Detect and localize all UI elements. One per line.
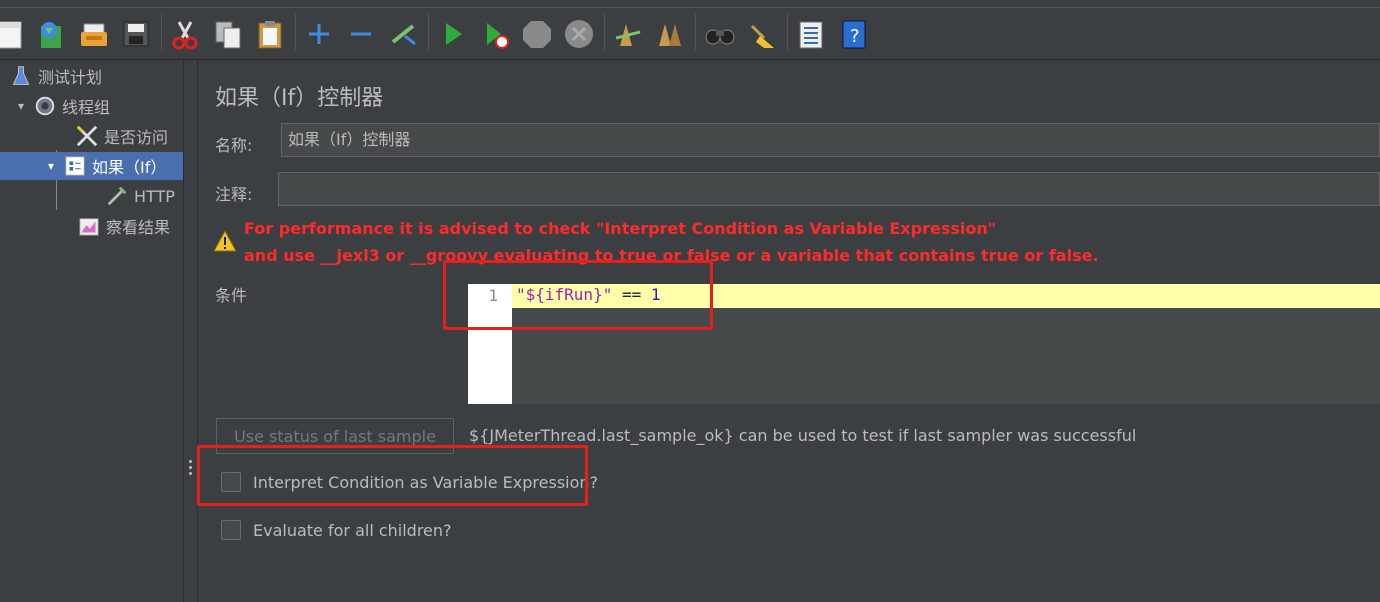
collapse-icon[interactable]: [344, 14, 378, 54]
annotation-box-condition: [443, 260, 713, 330]
templates-icon[interactable]: [34, 14, 68, 54]
clear-icon[interactable]: [611, 14, 645, 54]
tree-item-results[interactable]: 察看结果: [76, 212, 183, 240]
warning-line-1: For performance it is advised to check "…: [244, 219, 997, 238]
new-icon[interactable]: [0, 14, 28, 54]
tree-item-http[interactable]: HTTP: [104, 182, 183, 210]
reset-search-icon[interactable]: [745, 14, 779, 54]
open-icon[interactable]: [77, 14, 111, 54]
svg-text:?: ?: [850, 26, 860, 47]
condition-label: 条件: [215, 286, 248, 305]
tree-item-label: 是否访问: [104, 128, 169, 147]
evaluate-all-children-checkbox[interactable]: Evaluate for all children?: [221, 520, 452, 540]
comment-field[interactable]: [278, 172, 1380, 206]
start-icon[interactable]: [436, 14, 470, 54]
toolbar-divider: [0, 7, 1380, 8]
config-tools-icon: [74, 123, 100, 149]
annotation-box-interpret: [197, 445, 588, 506]
tree-item-if-controller[interactable]: ▾ 如果（If）: [0, 152, 183, 180]
name-field[interactable]: 如果（If）控制器: [281, 123, 1380, 157]
function-helper-icon[interactable]: [794, 14, 828, 54]
tree-item-label: 线程组: [62, 98, 111, 117]
page-title: 如果（If）控制器: [215, 86, 384, 111]
thread-group-icon: [32, 93, 58, 119]
clear-all-icon[interactable]: [653, 14, 687, 54]
tree-item-label: 测试计划: [38, 68, 103, 87]
start-no-pauses-icon[interactable]: [478, 14, 512, 54]
comment-label: 注释:: [215, 185, 253, 204]
tree-item-test-plan[interactable]: ▾ 测试计划: [0, 62, 183, 90]
http-sampler-icon: [104, 183, 130, 209]
tree-item-label: 察看结果: [106, 218, 171, 237]
paste-icon[interactable]: [253, 14, 287, 54]
if-controller-icon: [62, 153, 88, 179]
search-icon[interactable]: [703, 14, 737, 54]
results-tree-icon: [76, 213, 102, 239]
tree-item-label: 如果（If）: [92, 158, 167, 177]
tree-item-config[interactable]: 是否访问: [74, 122, 183, 150]
expand-icon[interactable]: [302, 14, 336, 54]
save-icon[interactable]: [119, 14, 153, 54]
if-controller-panel: 如果（If）控制器 名称: 如果（If）控制器 注释: For performa…: [199, 60, 1380, 602]
checkbox-box[interactable]: [221, 520, 241, 540]
help-icon[interactable]: ?: [836, 14, 870, 54]
copy-icon[interactable]: [211, 14, 245, 54]
last-sample-hint: ${JMeterThread.last_sample_ok} can be us…: [469, 426, 1137, 445]
tree-item-thread-group[interactable]: ▾ 线程组: [18, 92, 183, 120]
stop-icon[interactable]: [520, 14, 554, 54]
splitter-handle[interactable]: [184, 60, 198, 602]
toggle-icon[interactable]: [386, 14, 420, 54]
checkbox-label: Evaluate for all children?: [253, 520, 452, 540]
test-plan-tree: ▾ 测试计划 ▾ 线程组 是否访问 ▾ 如果（If） HTTP: [0, 60, 184, 602]
warning-icon: [213, 230, 237, 252]
shutdown-icon[interactable]: [562, 14, 596, 54]
name-label: 名称:: [215, 136, 253, 155]
test-plan-icon: [8, 63, 34, 89]
toolbar: ?: [0, 0, 1380, 60]
tree-item-label: HTTP: [134, 186, 175, 206]
cut-icon[interactable]: [168, 14, 202, 54]
